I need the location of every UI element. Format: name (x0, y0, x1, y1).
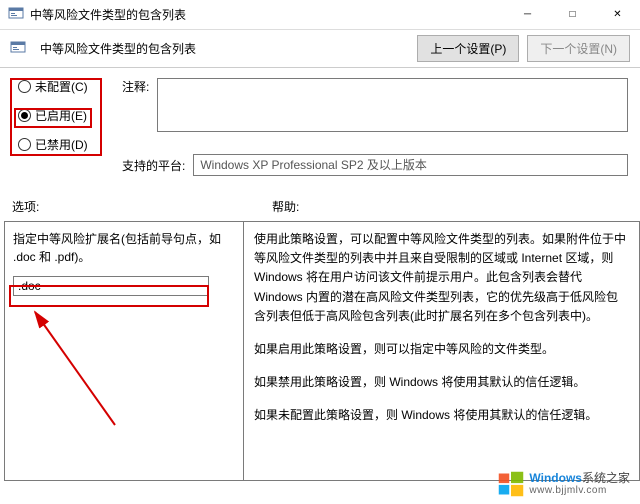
platform-label: 支持的平台: (122, 157, 185, 174)
watermark-brand: WindowsWindows系统之家系统之家 (529, 471, 630, 485)
subheader-title: 中等风险文件类型的包含列表 (40, 40, 196, 57)
extensions-input[interactable] (13, 276, 209, 296)
radio-label-not-configured: 未配置(C) (35, 78, 88, 95)
window-controls: ─ □ ✕ (505, 0, 640, 29)
help-paragraph: 使用此策略设置，可以配置中等风险文件类型的列表。如果附件位于中等风险文件类型的列… (254, 230, 629, 326)
next-setting-button[interactable]: 下一个设置(N) (527, 35, 630, 62)
radio-disabled[interactable]: 已禁用(D) (18, 136, 104, 153)
options-pane: 指定中等风险扩展名(包括前导句点，如 .doc 和 .pdf)。 (4, 221, 244, 481)
watermark-url: www.bjjmlv.com (529, 485, 630, 497)
radio-icon (18, 138, 31, 151)
window-title: 中等风险文件类型的包含列表 (30, 6, 505, 23)
watermark: WindowsWindows系统之家系统之家 www.bjjmlv.com (497, 470, 630, 498)
help-pane: 使用此策略设置，可以配置中等风险文件类型的列表。如果附件位于中等风险文件类型的列… (244, 221, 640, 481)
radio-icon-checked (18, 109, 31, 122)
maximize-button[interactable]: □ (550, 0, 595, 29)
comment-textbox[interactable] (157, 78, 628, 132)
help-paragraph: 如果启用此策略设置，则可以指定中等风险的文件类型。 (254, 340, 629, 359)
radio-enabled[interactable]: 已启用(E) (18, 107, 104, 124)
radio-icon (18, 80, 31, 93)
close-button[interactable]: ✕ (595, 0, 640, 29)
comment-label: 注释: (122, 78, 149, 95)
radio-label-enabled: 已启用(E) (35, 107, 87, 124)
options-instruction: 指定中等风险扩展名(包括前导句点，如 .doc 和 .pdf)。 (13, 230, 235, 266)
content-split: 指定中等风险扩展名(包括前导句点，如 .doc 和 .pdf)。 使用此策略设置… (0, 221, 640, 481)
radio-label-disabled: 已禁用(D) (35, 136, 88, 153)
platform-textbox: Windows XP Professional SP2 及以上版本 (193, 154, 628, 176)
minimize-button[interactable]: ─ (505, 0, 550, 29)
subheader: 中等风险文件类型的包含列表 上一个设置(P) 下一个设置(N) (0, 30, 640, 68)
windows-logo-icon (497, 470, 525, 498)
options-label: 选项: (12, 198, 252, 215)
help-label: 帮助: (252, 198, 628, 215)
prev-setting-button[interactable]: 上一个设置(P) (417, 35, 519, 62)
config-area: 未配置(C) 已启用(E) 已禁用(D) 注释: 支持的平台: Windows … (0, 68, 640, 176)
radio-group: 未配置(C) 已启用(E) 已禁用(D) (18, 78, 104, 176)
policy-icon (10, 41, 26, 57)
titlebar: 中等风险文件类型的包含列表 ─ □ ✕ (0, 0, 640, 30)
app-icon (8, 7, 24, 23)
help-paragraph: 如果未配置此策略设置，则 Windows 将使用其默认的信任逻辑。 (254, 406, 629, 425)
help-paragraph: 如果禁用此策略设置，则 Windows 将使用其默认的信任逻辑。 (254, 373, 629, 392)
section-labels: 选项: 帮助: (0, 198, 640, 215)
radio-not-configured[interactable]: 未配置(C) (18, 78, 104, 95)
